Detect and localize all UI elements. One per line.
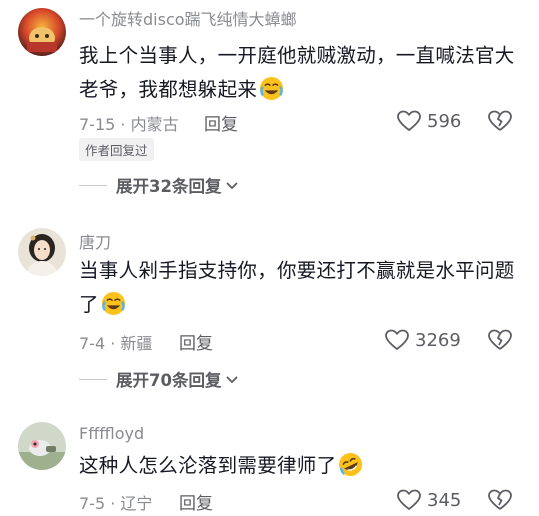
comment-meta: 7-5 · 辽宁: [79, 490, 152, 514]
expand-replies-button[interactable]: 展开32条回复: [79, 173, 239, 197]
heart-icon: [397, 489, 421, 510]
meta-separator: ·: [105, 334, 121, 353]
comment-meta: 7-4 · 新疆: [79, 330, 152, 354]
broken-heart-icon: [488, 110, 512, 131]
reply-button[interactable]: 回复: [204, 110, 238, 135]
like-count: 345: [427, 489, 462, 511]
like-button[interactable]: 3269: [385, 329, 461, 351]
crying-laughing-emoji-icon: [259, 76, 284, 101]
expand-divider: [79, 184, 107, 186]
like-count: 3269: [415, 329, 461, 351]
broken-heart-icon: [488, 329, 512, 350]
comment-location: 辽宁: [120, 494, 153, 513]
avatar[interactable]: [18, 228, 66, 276]
expand-replies-label: 展开70条回复: [116, 371, 222, 390]
reply-button[interactable]: 回复: [179, 329, 213, 354]
comment-username[interactable]: 唐刀: [79, 229, 111, 253]
heart-icon: [397, 110, 421, 131]
comment-username[interactable]: 一个旋转disco踹飞纯情大蟑螂: [79, 6, 297, 30]
comment-text: 这种人怎么沦落到需要律师了: [79, 449, 519, 483]
comment-text-body: 当事人剁手指支持你，你要还打不赢就是水平问题了: [79, 259, 515, 316]
comment-date: 7-5: [79, 494, 106, 513]
crying-laughing-emoji-icon: [101, 291, 126, 316]
comment-text-body: 我上个当事人，一开庭他就贼激动，一直喊法官大老爷，我都想躲起来: [79, 44, 515, 101]
like-count: 596: [427, 110, 462, 132]
chevron-down-icon: [226, 182, 239, 190]
comment-meta: 7-15 · 内蒙古: [79, 111, 179, 135]
reply-button[interactable]: 回复: [179, 489, 213, 514]
broken-heart-icon: [488, 489, 512, 510]
expand-divider: [79, 378, 107, 380]
avatar[interactable]: [18, 8, 66, 56]
meta-separator: ·: [105, 494, 121, 513]
dislike-button[interactable]: [488, 109, 512, 133]
expand-replies-button[interactable]: 展开70条回复: [79, 367, 239, 391]
expand-replies-label: 展开32条回复: [116, 177, 222, 196]
comment-username[interactable]: Fffffloyd: [79, 424, 144, 443]
heart-icon: [385, 329, 409, 350]
meta-separator: ·: [115, 115, 131, 134]
comment-location: 新疆: [120, 334, 153, 353]
like-button[interactable]: 345: [397, 489, 461, 511]
like-button[interactable]: 596: [397, 110, 461, 132]
comment-location: 内蒙古: [130, 115, 179, 134]
dislike-button[interactable]: [488, 488, 512, 512]
comment-text: 当事人剁手指支持你，你要还打不赢就是水平问题了: [79, 254, 519, 322]
avatar[interactable]: [18, 422, 66, 470]
comment-text: 我上个当事人，一开庭他就贼激动，一直喊法官大老爷，我都想躲起来: [79, 39, 519, 107]
dislike-button[interactable]: [488, 328, 512, 352]
comment-date: 7-15: [79, 115, 116, 134]
author-replied-badge: 作者回复过: [79, 138, 154, 161]
chevron-down-icon: [226, 376, 239, 384]
rofl-emoji-icon: [338, 452, 363, 477]
comment-text-body: 这种人怎么沦落到需要律师了: [79, 454, 337, 477]
comment-date: 7-4: [79, 334, 106, 353]
